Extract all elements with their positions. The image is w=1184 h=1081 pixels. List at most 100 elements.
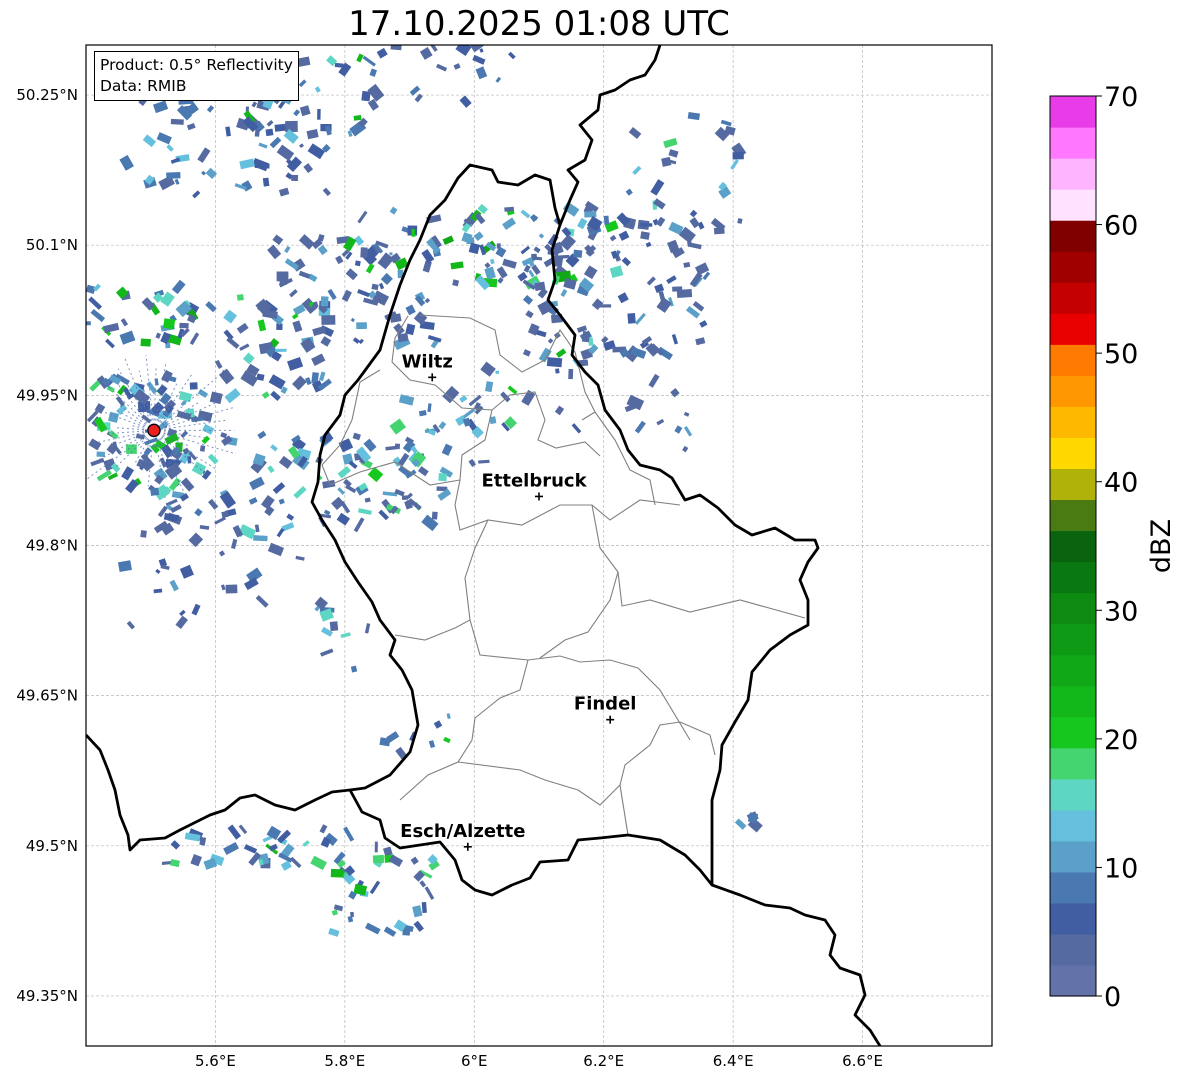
reflectivity-cell [156, 132, 172, 145]
colorbar-tick-label: 30 [1104, 596, 1138, 627]
reflectivity-cell [419, 47, 433, 60]
reflectivity-cell [473, 231, 484, 241]
reflectivity-cell [484, 266, 496, 280]
reflectivity-cell [507, 385, 518, 395]
reflectivity-cell [292, 320, 303, 333]
reflectivity-cell [86, 321, 91, 326]
reflectivity-cell [617, 292, 629, 304]
lat-tick-label: 49.95°N [16, 386, 78, 404]
reflectivity-cell [389, 206, 398, 215]
reflectivity-cell [376, 47, 388, 59]
lat-tick-label: 49.8°N [26, 537, 78, 555]
colorbar-segment [1050, 561, 1096, 594]
canton-boundary [539, 571, 619, 659]
reflectivity-cell [374, 841, 378, 853]
reflectivity-cell [628, 127, 642, 139]
reflectivity-cell [533, 246, 541, 254]
radar-site [147, 423, 161, 437]
reflectivity-cell [298, 79, 307, 88]
reflectivity-cell [69, 315, 82, 329]
reflectivity-cell [269, 136, 282, 149]
reflectivity-cell [603, 215, 610, 225]
reflectivity-cell [255, 595, 269, 608]
lon-tick-label: 6°E [461, 1052, 488, 1070]
reflectivity-cell [555, 348, 567, 358]
reflectivity-cell [683, 411, 690, 417]
reflectivity-cell [194, 508, 203, 517]
reflectivity-cell [459, 395, 468, 403]
reflectivity-cell [165, 498, 178, 507]
reflectivity-cell [256, 373, 265, 381]
colorbar-segment [1050, 499, 1096, 532]
reflectivity-cell [329, 621, 339, 632]
reflectivity-cell [126, 620, 136, 630]
reflectivity-cell [340, 632, 351, 639]
reflectivity-cell [105, 338, 115, 349]
belgium-france-border [86, 734, 351, 852]
reflectivity-cell [438, 421, 447, 430]
reflectivity-cell [446, 713, 451, 719]
reflectivity-cell [418, 409, 427, 417]
reflectivity-cell [88, 296, 103, 310]
canton-boundary [619, 784, 629, 836]
reflectivity-cell [520, 245, 531, 255]
reflectivity-cell [380, 272, 393, 285]
colorbar-tick-label: 10 [1104, 853, 1138, 884]
reflectivity-cell [357, 289, 370, 298]
reflectivity-cell [169, 579, 179, 592]
reflectivity-cell [737, 218, 743, 224]
reflectivity-cell [343, 826, 355, 842]
colorbar-segment [1050, 964, 1096, 997]
reflectivity-cell [577, 217, 588, 230]
colorbar-segments [1050, 96, 1096, 997]
reflectivity-cell [155, 332, 162, 339]
reflectivity-cell [179, 322, 189, 329]
colorbar-segment [1050, 778, 1096, 811]
reflectivity-cell [683, 261, 691, 268]
reflectivity-cell [208, 498, 219, 510]
reflectivity-cell [163, 513, 180, 522]
colorbar-segment [1050, 127, 1096, 159]
radar-map: WiltzEttelbruckFindelEsch/Alzette 5.6°E 5… [16, 44, 1177, 1070]
city-label: Ettelbruck [481, 470, 587, 491]
reflectivity-cell [170, 840, 181, 850]
reflectivity-cell [389, 418, 407, 435]
reflectivity-cell [356, 53, 364, 63]
reflectivity-cell [257, 430, 267, 440]
reflectivity-cell [417, 466, 429, 477]
colorbar-segment [1050, 840, 1096, 873]
reflectivity-cell [459, 95, 472, 108]
reflectivity-cell [242, 352, 255, 365]
reflectivity-cell [293, 485, 307, 499]
colorbar-segment [1050, 902, 1096, 935]
reflectivity-cell [307, 143, 326, 160]
germany-france-border [711, 883, 882, 1046]
reflectivity-cell [441, 443, 453, 456]
colorbar-tick-label: 50 [1104, 339, 1138, 370]
reflectivity-cell [358, 508, 372, 515]
reflectivity-cell [192, 190, 201, 199]
reflectivity-cell [218, 550, 226, 557]
reflectivity-cell [150, 487, 160, 496]
city-marker: Wiltz [402, 351, 453, 382]
reflectivity-cell [218, 368, 235, 385]
reflectivity-cell [90, 308, 106, 323]
reflectivity-cell [140, 338, 151, 347]
colorbar-segment [1050, 933, 1096, 966]
reflectivity-cell [730, 159, 739, 170]
map-grid [86, 45, 992, 1046]
reflectivity-cell [389, 252, 393, 256]
lon-tick-label: 5.6°E [195, 1052, 236, 1070]
colorbar-segment [1050, 313, 1096, 345]
colorbar-label: dBZ [1146, 519, 1177, 573]
reflectivity-cell [538, 233, 545, 239]
reflectivity-cell [278, 455, 293, 469]
data-source-text: Data: RMIB [100, 77, 187, 95]
reflectivity-cell [297, 56, 311, 67]
reflectivity-cell [443, 736, 451, 744]
colorbar-segment [1050, 468, 1096, 501]
reflectivity-cell [275, 348, 287, 352]
reflectivity-cell [554, 405, 565, 416]
reflectivity-cell [305, 377, 312, 386]
reflectivity-cell [627, 312, 636, 324]
